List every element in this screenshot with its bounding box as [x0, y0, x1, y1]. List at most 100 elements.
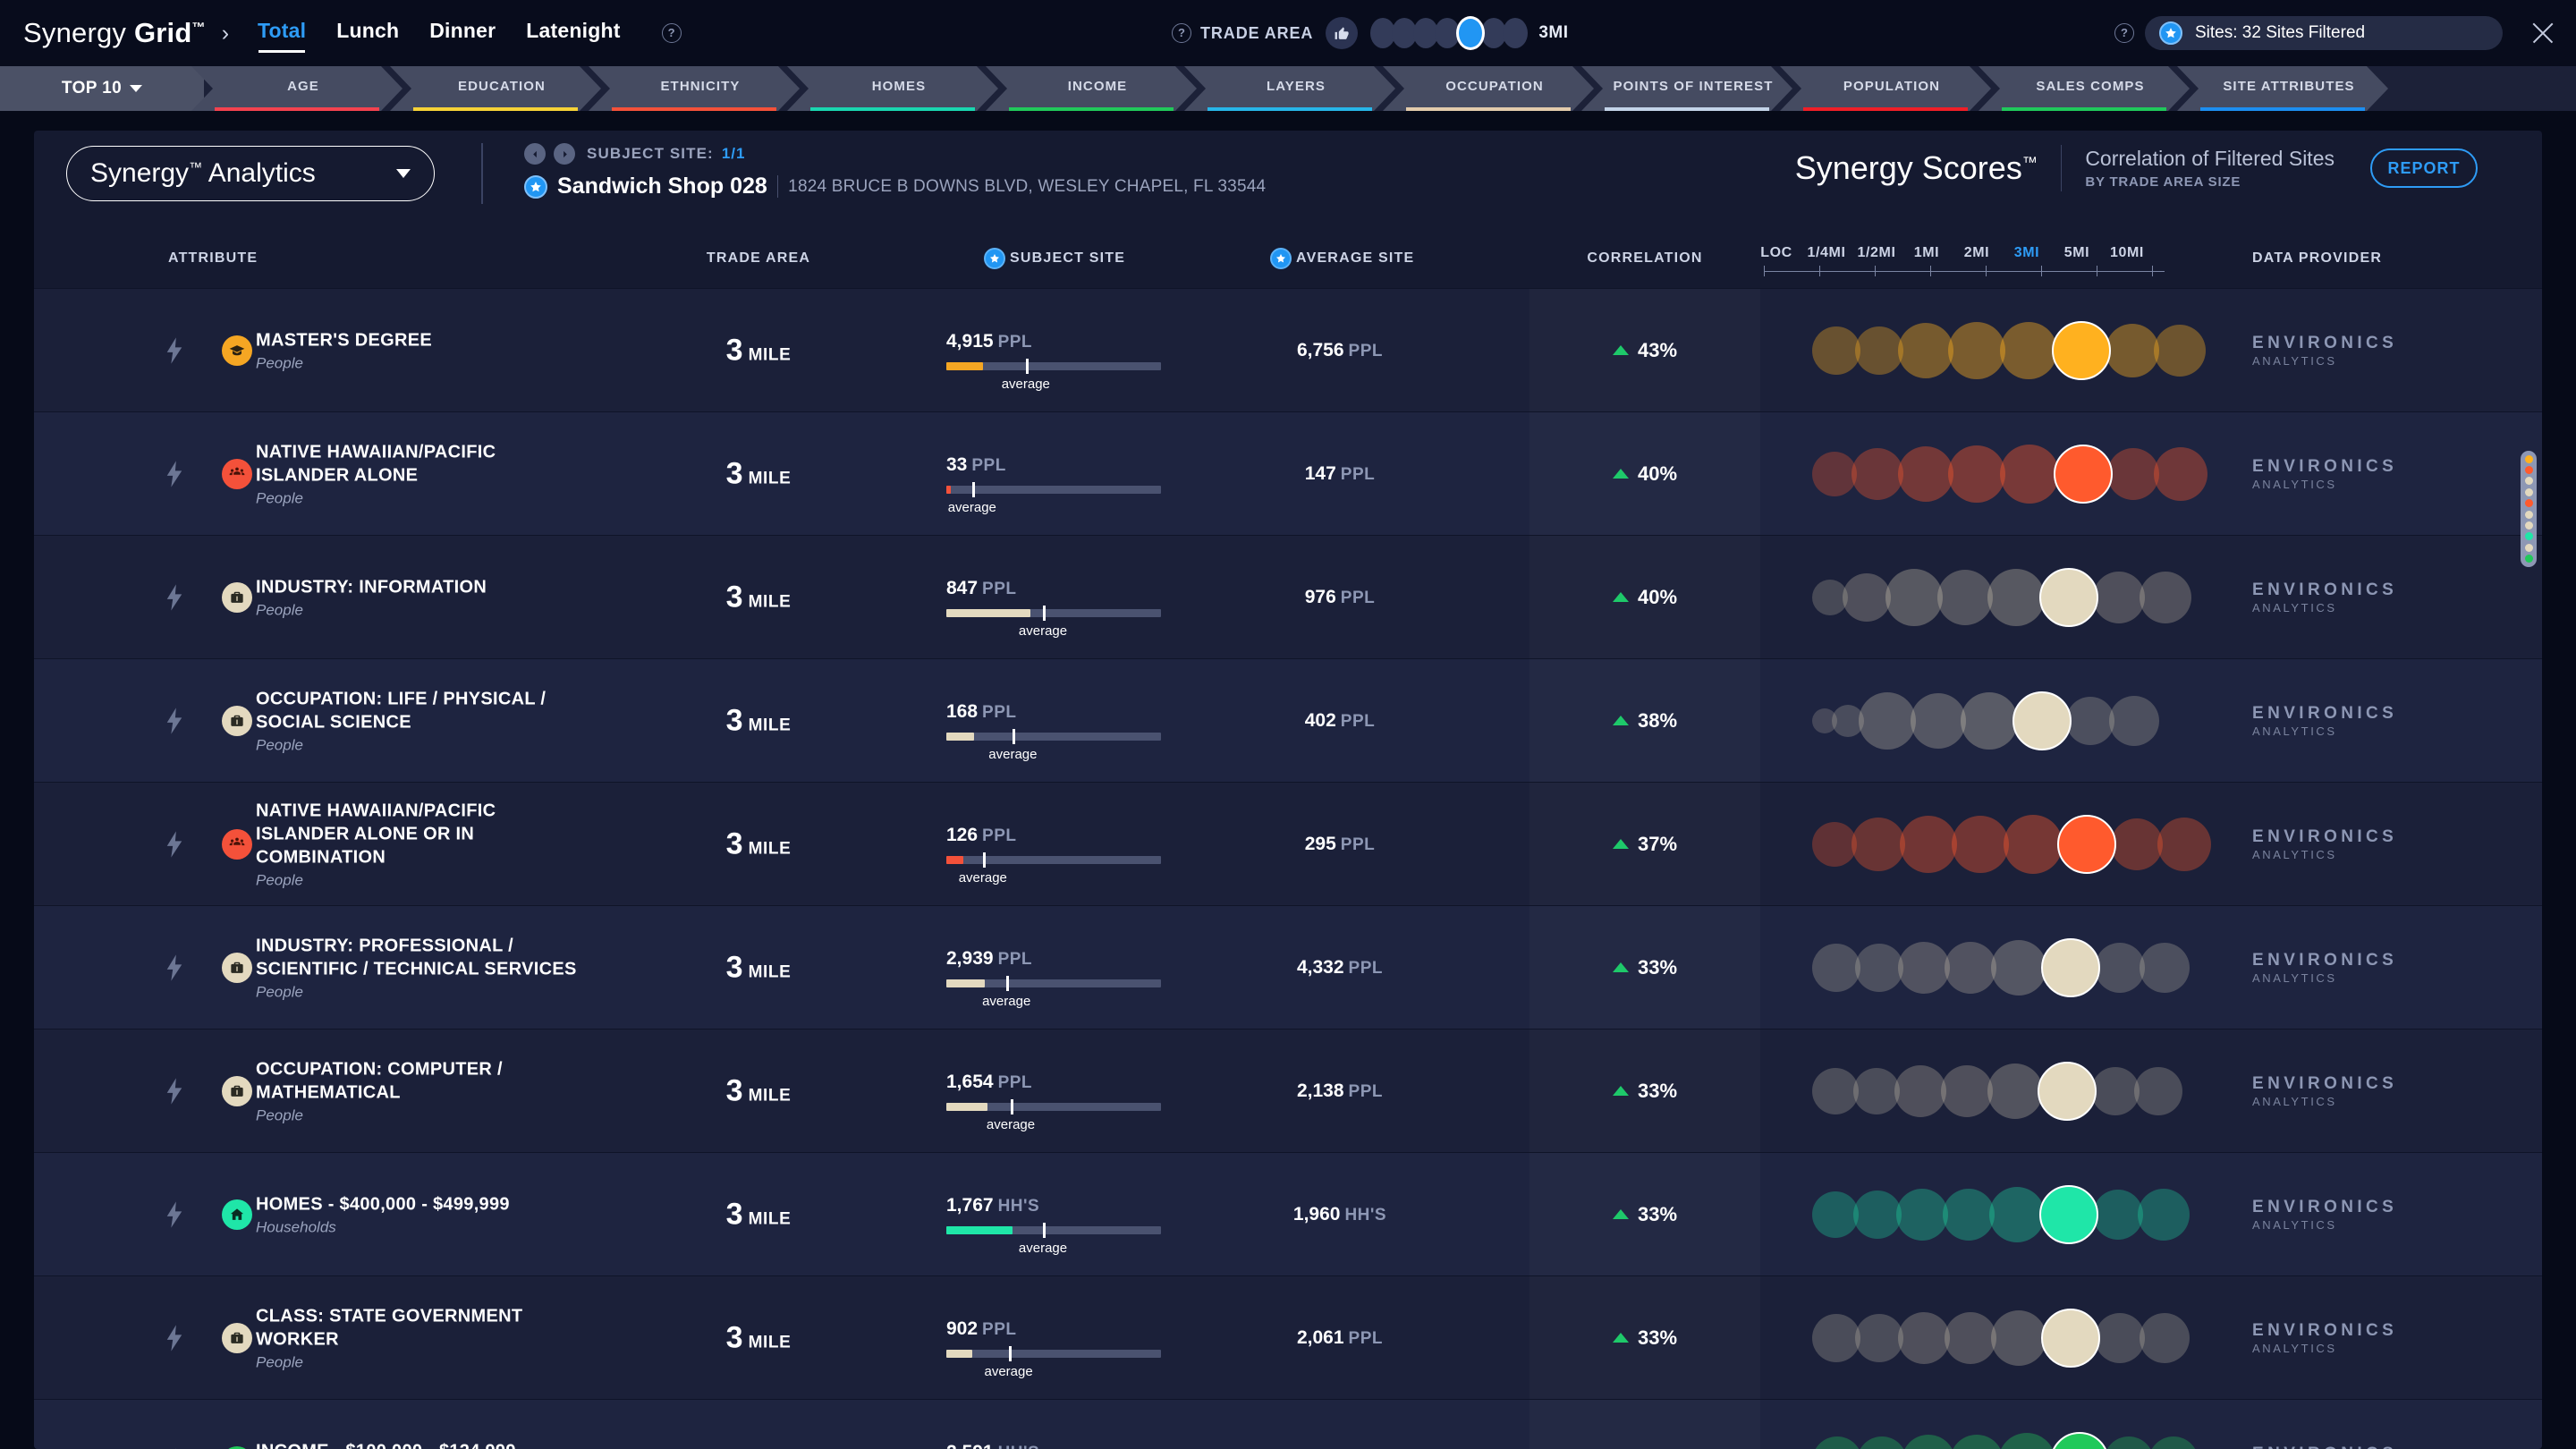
synergy-score-dot-2mi[interactable]: [2004, 814, 2063, 874]
analytics-select-dropdown[interactable]: Synergy™ Analytics: [66, 146, 435, 201]
synergy-score-dot-1-4mi[interactable]: [1852, 447, 1903, 500]
synergy-score-dot-3mi[interactable]: [2052, 320, 2111, 380]
next-site-button[interactable]: [554, 143, 575, 165]
synergy-score-dot-1mi[interactable]: [1945, 941, 1996, 994]
table-row[interactable]: NATIVE HAWAIIAN/PACIFIC ISLANDER ALONE Pe…: [34, 411, 2542, 535]
synergy-score-dot-loc[interactable]: [1812, 451, 1857, 496]
table-row[interactable]: OCCUPATION: LIFE / PHYSICAL / SOCIAL SCI…: [34, 658, 2542, 782]
synergy-score-dot-1mi[interactable]: [1911, 692, 1966, 749]
lightning-bolt-icon[interactable]: [165, 707, 184, 734]
synergy-score-dot-1mi[interactable]: [1948, 445, 2005, 503]
sites-filter-pill[interactable]: Sites: 32 Sites Filtered: [2145, 16, 2503, 50]
synergy-score-dot-10mi[interactable]: [2138, 1188, 2190, 1241]
synergy-score-dot-loc[interactable]: [1812, 1067, 1859, 1114]
lightning-bolt-icon[interactable]: [165, 1077, 184, 1105]
synergy-score-dot-1mi[interactable]: [1952, 815, 2009, 873]
scale-tick-10mi[interactable]: 10MI: [2102, 245, 2152, 261]
synergy-score-dot-1mi[interactable]: [1941, 1064, 1993, 1117]
synergy-score-dot-loc[interactable]: [1812, 821, 1857, 867]
synergy-score-dot-10mi[interactable]: [2109, 695, 2159, 746]
table-row[interactable]: NATIVE HAWAIIAN/PACIFIC ISLANDER ALONE O…: [34, 782, 2542, 905]
table-row[interactable]: INDUSTRY: PROFESSIONAL / SCIENTIFIC / TE…: [34, 905, 2542, 1029]
synergy-score-dot-5mi[interactable]: [2111, 818, 2163, 870]
trade-area-dot-5-selected[interactable]: [1456, 16, 1486, 50]
synergy-score-dot-3mi[interactable]: [2038, 1061, 2097, 1121]
synergy-score-dot-1mi[interactable]: [1950, 1434, 2004, 1449]
synergy-score-dot-10mi[interactable]: [2140, 942, 2190, 993]
synergy-score-dot-1-4mi[interactable]: [1855, 943, 1903, 992]
subject-site-name[interactable]: Sandwich Shop 028: [557, 174, 767, 199]
scale-tick-5mi[interactable]: 5MI: [2052, 245, 2102, 261]
synergy-score-dot-1-2mi[interactable]: [1898, 322, 1953, 378]
table-row[interactable]: MASTER'S DEGREE People 3 MILE 4,915 PPL averag…: [34, 288, 2542, 411]
synergy-score-dot-3mi[interactable]: [2054, 444, 2113, 504]
table-row[interactable]: HOMES - $400,000 - $499,999 Households 3 MI…: [34, 1152, 2542, 1275]
synergy-score-dot-1mi[interactable]: [1943, 1188, 1995, 1241]
synergy-score-dot-5mi[interactable]: [2091, 1066, 2140, 1115]
synergy-score-dot-1mi[interactable]: [1948, 321, 2005, 379]
synergy-score-dot-10mi[interactable]: [2148, 1436, 2199, 1449]
synergy-score-dot-10mi[interactable]: [2154, 324, 2206, 377]
synergy-score-dot-1-4mi[interactable]: [1853, 1067, 1900, 1114]
sites-help-icon[interactable]: ?: [2114, 23, 2134, 43]
table-row[interactable]: INDUSTRY: INFORMATION People 3 MILE 847 PPL av…: [34, 535, 2542, 658]
synergy-score-dot-3mi[interactable]: [2057, 814, 2116, 874]
category-age[interactable]: AGE: [191, 66, 402, 111]
synergy-score-dot-10mi[interactable]: [2140, 571, 2191, 623]
synergy-score-dot-2mi[interactable]: [1989, 1186, 2045, 1242]
lightning-bolt-icon[interactable]: [165, 953, 184, 981]
table-row[interactable]: INCOME - $100,000 - $124,999Households 3M…: [34, 1399, 2542, 1449]
synergy-score-dot-10mi[interactable]: [2140, 1312, 2190, 1363]
synergy-score-dot-1-2mi[interactable]: [1898, 445, 1953, 502]
synergy-score-dot-1-2mi[interactable]: [1896, 1188, 1948, 1241]
lightning-bolt-icon[interactable]: [165, 1324, 184, 1352]
synergy-score-dot-loc[interactable]: [1812, 1436, 1862, 1449]
synergy-score-dot-1-2mi[interactable]: [1902, 1434, 1955, 1449]
lightning-bolt-icon[interactable]: [165, 336, 184, 364]
lightning-bolt-icon[interactable]: [165, 460, 184, 487]
synergy-score-dot-3mi[interactable]: [2050, 1431, 2109, 1449]
synergy-score-dot-loc[interactable]: [1812, 943, 1860, 992]
scale-tick-1mi[interactable]: 1MI: [1902, 245, 1952, 261]
synergy-score-dot-1-4mi[interactable]: [1855, 1313, 1903, 1362]
synergy-score-dot-2mi[interactable]: [1961, 691, 2018, 750]
synergy-score-dot-2mi[interactable]: [2000, 321, 2057, 379]
trade-area-dot-7[interactable]: [1503, 18, 1529, 48]
thumbs-up-button[interactable]: [1326, 17, 1359, 49]
synergy-score-dot-3mi[interactable]: [2012, 691, 2072, 750]
synergy-score-dot-1-2mi[interactable]: [1859, 691, 1916, 750]
synergy-score-dot-1-4mi[interactable]: [1843, 572, 1891, 622]
synergy-score-dot-3mi[interactable]: [2039, 1184, 2098, 1244]
synergy-score-dot-1-2mi[interactable]: [1898, 941, 1950, 994]
synergy-score-dot-1-2mi[interactable]: [1900, 815, 1957, 873]
synergy-score-dot-5mi[interactable]: [2093, 1189, 2143, 1240]
table-row[interactable]: CLASS: STATE GOVERNMENT WORKER People 3 MIL…: [34, 1275, 2542, 1399]
synergy-score-dot-3mi[interactable]: [2041, 937, 2100, 997]
synergy-score-dot-5mi[interactable]: [2095, 1312, 2145, 1363]
scale-tick-1-4mi[interactable]: 1/4MI: [1801, 245, 1852, 261]
synergy-score-dot-5mi[interactable]: [2095, 942, 2145, 993]
synergy-score-dot-10mi[interactable]: [2154, 446, 2207, 501]
scale-tick-1-2mi[interactable]: 1/2MI: [1852, 245, 1902, 261]
synergy-score-dot-1mi[interactable]: [1937, 569, 1993, 625]
category-education[interactable]: EDUCATION: [390, 66, 601, 111]
category-layers[interactable]: LAYERS: [1184, 66, 1395, 111]
table-row[interactable]: OCCUPATION: COMPUTER / MATHEMATICAL Peopl…: [34, 1029, 2542, 1152]
synergy-score-dot-1-2mi[interactable]: [1885, 568, 1943, 626]
tab-dinner[interactable]: Dinner: [429, 19, 496, 47]
synergy-score-dot-loc[interactable]: [1812, 1313, 1860, 1362]
synergy-score-dot-2mi[interactable]: [1998, 1432, 2055, 1449]
synergy-score-dot-2mi[interactable]: [1987, 1063, 2043, 1119]
category-site-attributes[interactable]: SITE ATTRIBUTES: [2177, 66, 2388, 111]
category-occupation[interactable]: OCCUPATION: [1383, 66, 1594, 111]
lightning-bolt-icon[interactable]: [165, 830, 184, 858]
synergy-score-dot-loc[interactable]: [1812, 1191, 1859, 1238]
category-points-of-interest[interactable]: POINTS OF INTEREST: [1581, 66, 1792, 111]
synergy-score-dot-loc[interactable]: [1812, 326, 1860, 375]
category-ethnicity[interactable]: ETHNICITY: [589, 66, 800, 111]
tabs-help-icon[interactable]: ?: [661, 23, 682, 43]
top10-dropdown[interactable]: TOP 10: [0, 66, 204, 111]
synergy-score-dot-1-4mi[interactable]: [1852, 817, 1905, 871]
synergy-score-dot-3mi[interactable]: [2039, 567, 2098, 627]
scale-tick-loc[interactable]: LOC: [1751, 245, 1801, 261]
